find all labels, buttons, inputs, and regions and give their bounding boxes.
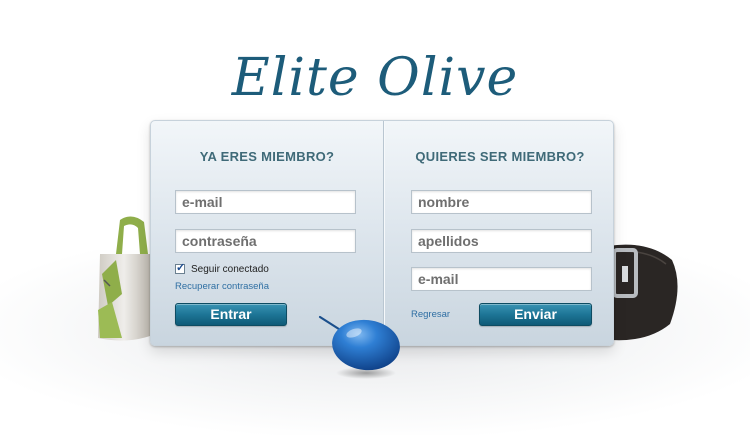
login-email-input[interactable] [175, 190, 356, 214]
remember-me[interactable]: ✓ Seguir conectado [175, 262, 269, 276]
recover-password-link[interactable]: Recuperar contraseña [175, 281, 269, 292]
belt-icon [608, 240, 688, 344]
check-icon: ✓ [176, 262, 186, 274]
remember-checkbox[interactable]: ✓ [175, 262, 186, 274]
login-panel: YA ERES MIEMBRO? ✓ Seguir conectado Recu… [151, 121, 383, 345]
login-title: YA ERES MIEMBRO? [199, 149, 335, 164]
back-link[interactable]: Regresar [411, 309, 450, 320]
login-submit-button[interactable]: Entrar [175, 303, 287, 326]
register-panel: QUIERES SER MIEMBRO? Regresar Enviar [384, 121, 616, 345]
remember-label: Seguir conectado [191, 263, 269, 275]
register-submit-button[interactable]: Enviar [479, 303, 592, 326]
register-email-input[interactable] [411, 267, 592, 291]
register-title: QUIERES SER MIEMBRO? [415, 149, 585, 164]
register-name-input[interactable] [411, 190, 592, 214]
login-password-input[interactable] [175, 229, 356, 253]
brand-logo: Elite Olive [231, 48, 519, 108]
handbag-icon [92, 214, 156, 344]
register-surname-input[interactable] [411, 229, 592, 253]
olive-icon [316, 313, 406, 383]
